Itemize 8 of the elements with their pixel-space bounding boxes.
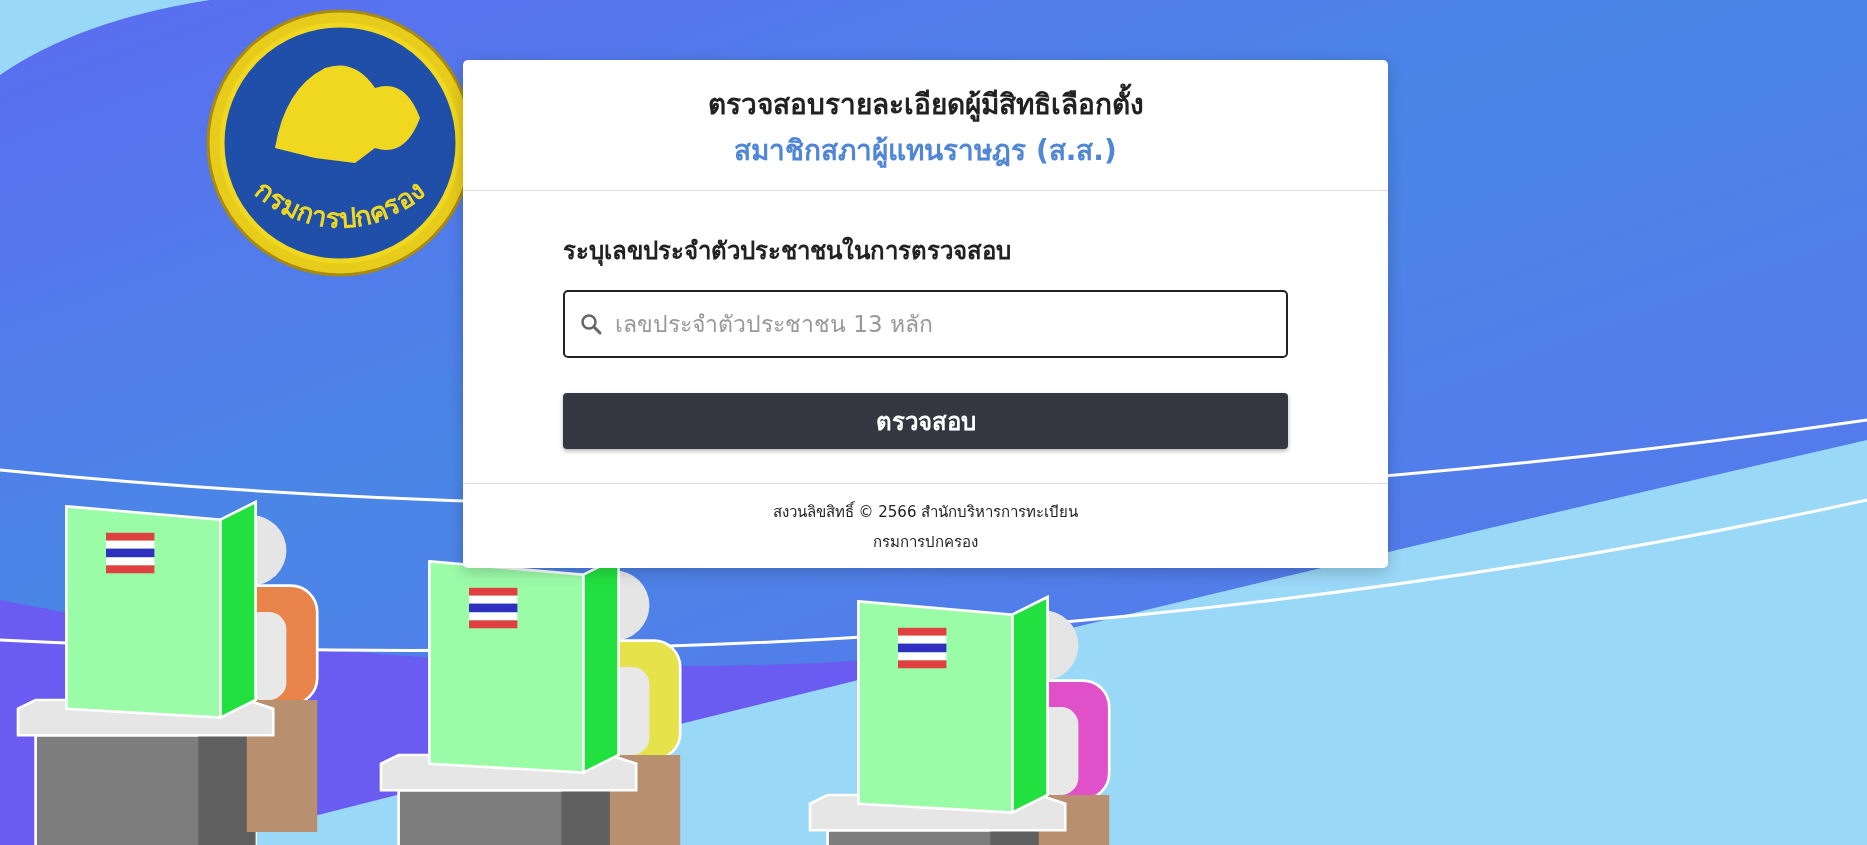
page-subtitle: สมาชิกสภาผู้แทนราษฎร (ส.ส.) (734, 133, 1117, 170)
search-icon (579, 312, 603, 336)
field-label: ระบุเลขประจำตัวประชาชนในการตรวจสอบ (563, 235, 1012, 268)
id-search-field[interactable]: เลขประจำตัวประชาชน 13 หลัก (563, 290, 1288, 358)
page-title: ตรวจสอบรายละเอียดผู้มีสิทธิเลือกตั้ง (707, 82, 1144, 126)
footer-text: สงวนลิขสิทธิ์ © 2566 สำนักบริหารการทะเบียน (772, 500, 1079, 523)
footer-text: กรมการปกครอง (873, 532, 978, 553)
check-button[interactable]: ตรวจสอบ (563, 393, 1288, 449)
